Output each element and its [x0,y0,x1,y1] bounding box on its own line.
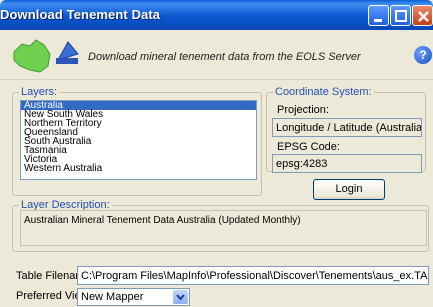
epsg-field: epsg:4283 [272,154,422,173]
projection-label: Projection: [277,104,329,116]
projection-field: Longitude / Latitude (Australia GDA94) [272,118,422,137]
title-bar: Download Tenement Data [0,0,433,30]
layers-legend: Layers: [19,86,60,98]
layers-listbox[interactable]: Australia New South Wales Northern Terri… [20,100,257,180]
list-item[interactable]: Western Australia [21,164,256,174]
help-icon[interactable]: ? [414,46,432,64]
epsg-label: EPSG Code: [277,141,340,153]
maximize-icon [395,10,407,22]
chevron-down-icon[interactable] [173,290,188,304]
layer-description-text: Australian Mineral Tenement Data Austral… [20,210,427,246]
minimize-button[interactable] [368,5,389,26]
maximize-button[interactable] [390,5,411,26]
table-filename-input[interactable]: C:\Program Files\MapInfo\Professional\Di… [77,266,429,285]
preferred-view-value: New Mapper [81,291,144,303]
window-title: Download Tenement Data [0,7,161,22]
minimize-icon [374,19,382,22]
dialog-header: Download mineral tenement data from the … [0,30,433,80]
coordinate-system-legend: Coordinate System: [273,86,374,98]
login-button[interactable]: Login [313,179,385,200]
close-button[interactable] [412,5,433,26]
close-icon [418,11,429,22]
preferred-view-select[interactable]: New Mapper [77,288,190,306]
header-description: Download mineral tenement data from the … [88,51,361,63]
download-arrow-icon [56,41,79,64]
